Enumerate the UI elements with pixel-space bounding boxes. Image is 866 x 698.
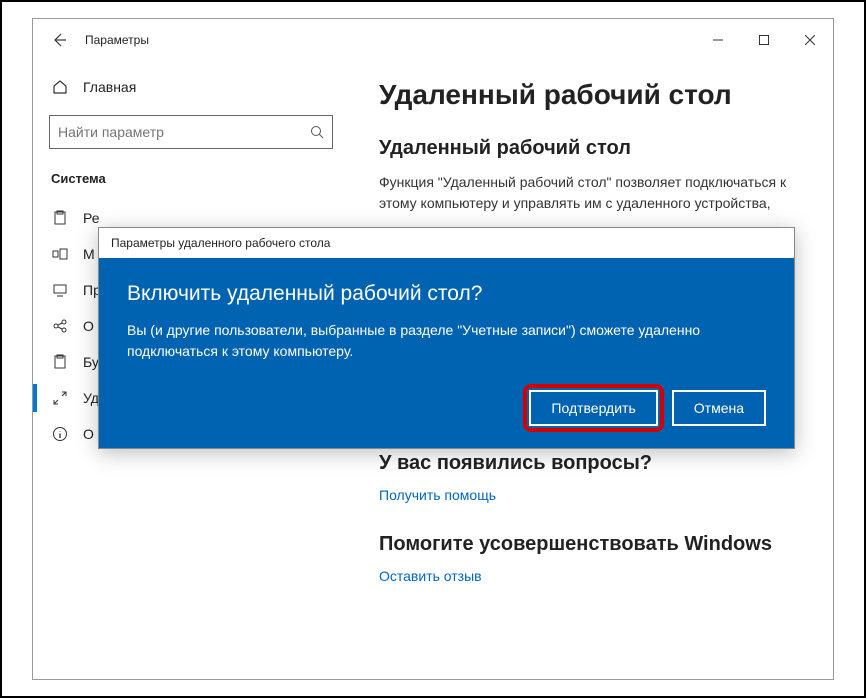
dialog-buttons: Подтвердить Отмена xyxy=(127,390,766,426)
share-icon xyxy=(51,318,69,334)
sidebar-item-label: М xyxy=(83,246,95,262)
section-label: Система xyxy=(49,171,333,186)
dialog-heading: Включить удаленный рабочий стол? xyxy=(127,282,766,306)
section-heading: Удаленный рабочий стол xyxy=(379,137,803,160)
project-icon xyxy=(51,282,69,298)
feedback-link[interactable]: Оставить отзыв xyxy=(379,568,482,584)
description-text: Функция "Удаленный рабочий стол" позволя… xyxy=(379,172,803,214)
remote-icon xyxy=(51,390,69,406)
sidebar-item-label: О xyxy=(83,318,94,334)
get-help-link[interactable]: Получить помощь xyxy=(379,487,496,503)
feedback-section: Помогите усовершенствовать Windows Остав… xyxy=(379,533,803,586)
multitask-icon xyxy=(51,246,69,262)
maximize-button[interactable] xyxy=(741,24,787,56)
confirmation-dialog: Параметры удаленного рабочего стола Вклю… xyxy=(98,227,795,449)
minimize-icon xyxy=(713,35,723,45)
window-title: Параметры xyxy=(85,33,149,47)
clipboard-icon xyxy=(51,354,69,370)
confirm-button-label: Подтвердить xyxy=(551,400,635,416)
cancel-button-label: Отмена xyxy=(694,400,744,416)
dialog-body: Включить удаленный рабочий стол? Вы (и д… xyxy=(99,258,794,448)
titlebar: Параметры xyxy=(33,19,833,61)
clipboard-icon xyxy=(51,210,69,226)
dialog-text: Вы (и другие пользователи, выбранные в р… xyxy=(127,320,766,362)
info-icon xyxy=(51,426,69,442)
home-nav[interactable]: Главная xyxy=(49,69,333,105)
arrow-left-icon xyxy=(51,32,67,48)
search-input[interactable] xyxy=(58,124,310,140)
home-label: Главная xyxy=(83,79,136,95)
sidebar-item-label: Ре xyxy=(83,210,100,226)
close-button[interactable] xyxy=(787,24,833,56)
window-controls xyxy=(695,24,833,56)
improve-heading: Помогите усовершенствовать Windows xyxy=(379,533,803,556)
help-section: У вас появились вопросы? Получить помощь xyxy=(379,452,803,505)
home-icon xyxy=(51,79,69,95)
confirm-button[interactable]: Подтвердить xyxy=(529,390,657,426)
cancel-button[interactable]: Отмена xyxy=(672,390,766,426)
search-box[interactable] xyxy=(49,115,333,149)
maximize-icon xyxy=(759,35,769,45)
page-title: Удаленный рабочий стол xyxy=(379,79,803,111)
dialog-title: Параметры удаленного рабочего стола xyxy=(99,228,794,258)
close-icon xyxy=(805,35,815,45)
minimize-button[interactable] xyxy=(695,24,741,56)
search-icon xyxy=(310,125,324,139)
questions-heading: У вас появились вопросы? xyxy=(379,452,803,475)
back-button[interactable] xyxy=(47,28,71,52)
